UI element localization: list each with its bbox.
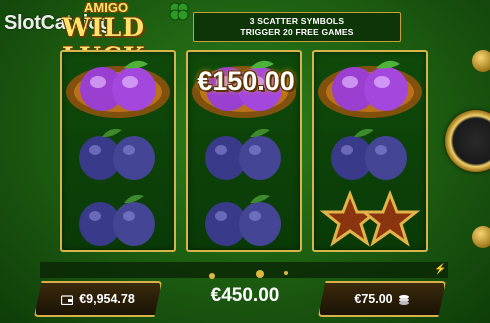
balance-display: €9,954.78: [34, 281, 162, 317]
line-win-amount: €150.00: [197, 66, 295, 96]
symbol-plum: [314, 120, 426, 186]
reel-1: [60, 50, 176, 252]
autoplay-button[interactable]: [472, 226, 490, 248]
total-win-value: €450.00: [210, 285, 280, 306]
bet-value: €75.00: [354, 292, 393, 306]
symbol-plum: [188, 120, 300, 186]
watermark-text: Slot: [4, 12, 41, 34]
symbol-plum: [62, 186, 174, 252]
gear-icon[interactable]: [472, 50, 490, 72]
symbol-plum: [62, 120, 174, 186]
balance-value: €9,954.78: [79, 292, 135, 306]
symbol-plum-fire: [314, 54, 426, 120]
lightning-icon[interactable]: ⚡: [434, 264, 446, 275]
banner-line-2: TRIGGER 20 FREE GAMES: [240, 27, 354, 37]
spin-button[interactable]: [445, 110, 490, 172]
symbol-plum: [188, 186, 300, 252]
symbol-star: [314, 186, 426, 252]
game-screen: SlotCatalog AMIGO WILD LUCK 3 SCATTER SY…: [0, 0, 490, 323]
banner-line-1: 3 SCATTER SYMBOLS: [249, 16, 345, 26]
symbol-plum-fire: [62, 54, 174, 120]
bet-selector[interactable]: €75.00: [318, 281, 446, 317]
coin-stack-icon: [398, 294, 409, 305]
coins-icon: [209, 270, 288, 279]
clover-icon: [169, 2, 189, 21]
reel-3: [312, 50, 428, 252]
info-banner: 3 SCATTER SYMBOLS TRIGGER 20 FREE GAMES: [193, 12, 401, 42]
game-logo: AMIGO WILD LUCK: [62, 0, 192, 71]
wallet-icon: [61, 294, 74, 305]
